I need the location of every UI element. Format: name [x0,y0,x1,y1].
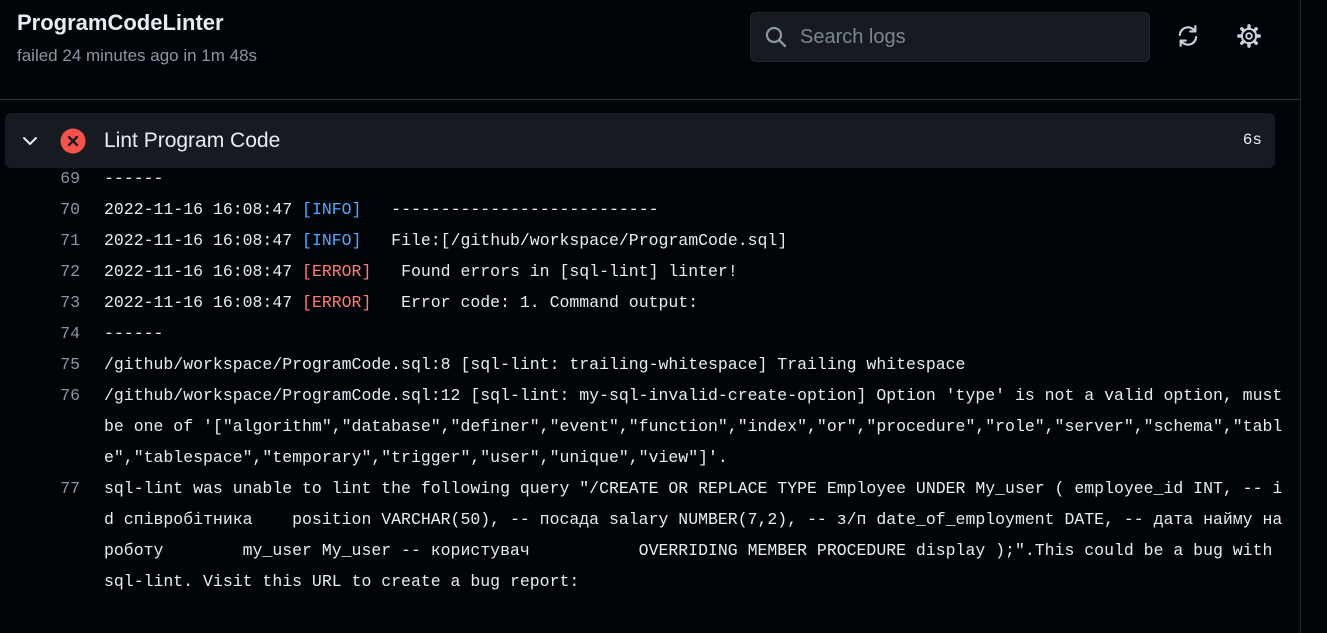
line-number[interactable]: 73 [0,287,104,318]
right-pane [1301,0,1327,633]
job-title: ProgramCodeLinter [17,10,224,35]
line-number[interactable]: 76 [0,380,104,473]
refresh-button[interactable] [1173,21,1203,55]
log-message: --------------------------- [361,200,659,219]
log-message: Found errors in [sql-lint] linter! [371,262,738,281]
log-timestamp: 2022-11-16 16:08:47 [104,200,303,219]
log-line: 70 2022-11-16 16:08:47 [INFO] -----------… [0,194,1300,225]
log-line-text: 2022-11-16 16:08:47 [INFO] -------------… [104,194,1284,225]
log-line-text: ------ [104,324,164,343]
log-message: File:[/github/workspace/ProgramCode.sql] [361,231,788,250]
chevron-down-icon[interactable] [20,131,40,151]
log-timestamp: 2022-11-16 16:08:47 [104,262,303,281]
refresh-icon [1175,23,1201,54]
job-log-page: ProgramCodeLinter failed 24 minutes ago … [0,0,1327,633]
log-line-text: ------ [104,169,164,188]
gear-icon [1236,23,1262,54]
log-error-tag: [ERROR] [302,262,372,281]
line-number[interactable]: 74 [0,318,104,349]
log-line: 72 2022-11-16 16:08:47 [ERROR] Found erro… [0,256,1300,287]
log-line-text: sql-lint was unable to lint the followin… [104,479,1293,591]
step-name: Lint Program Code [104,128,281,152]
settings-button[interactable] [1234,21,1264,55]
log-message: Error code: 1. Command output: [371,293,699,312]
step-lint-program-code[interactable]: Lint Program Code 6s [5,113,1275,168]
log-info-tag: [INFO] [302,200,362,219]
log-info-tag: [INFO] [302,231,362,250]
line-number[interactable]: 71 [0,225,104,256]
search-icon [764,25,788,49]
search-logs-input[interactable] [800,17,1149,57]
line-number[interactable]: 70 [0,194,104,225]
line-number[interactable]: 75 [0,349,104,380]
job-header: ProgramCodeLinter failed 24 minutes ago … [0,0,1300,100]
log-line-text: /github/workspace/ProgramCode.sql:12 [sq… [104,386,1293,467]
log-line: 71 2022-11-16 16:08:47 [INFO] File:[/gith… [0,225,1300,256]
line-number[interactable]: 72 [0,256,104,287]
log-line: 73 2022-11-16 16:08:47 [ERROR] Error code… [0,287,1300,318]
log-line: 76/github/workspace/ProgramCode.sql:12 [… [0,380,1300,473]
line-number[interactable]: 77 [0,473,104,597]
log-timestamp: 2022-11-16 16:08:47 [104,293,303,312]
step-duration: 6s [1242,131,1262,149]
log-line-text: 2022-11-16 16:08:47 [INFO] File:[/github… [104,225,1284,256]
job-status: failed 24 minutes ago in 1m 48s [17,46,258,65]
log-line-text: /github/workspace/ProgramCode.sql:8 [sql… [104,355,966,374]
log-line-text: 2022-11-16 16:08:47 [ERROR] Error code: … [104,287,1284,318]
log-timestamp: 2022-11-16 16:08:47 [104,231,303,250]
log-output: 69 ------ 70 2022-11-16 16:08:47 [INFO] ---… [0,163,1300,633]
log-error-tag: [ERROR] [302,293,372,312]
x-circle-icon [60,128,86,154]
log-line: 69 ------ [0,163,1300,194]
log-line-text: 2022-11-16 16:08:47 [ERROR] Found errors… [104,256,1284,287]
main-panel: ProgramCodeLinter failed 24 minutes ago … [0,0,1300,633]
line-number[interactable]: 69 [0,163,104,194]
log-line: 75/github/workspace/ProgramCode.sql:8 [s… [0,349,1300,380]
log-line: 77 sql-lint was unable to lint the follow… [0,473,1300,597]
log-line: 74 ------ [0,318,1300,349]
search-box[interactable] [750,12,1150,62]
